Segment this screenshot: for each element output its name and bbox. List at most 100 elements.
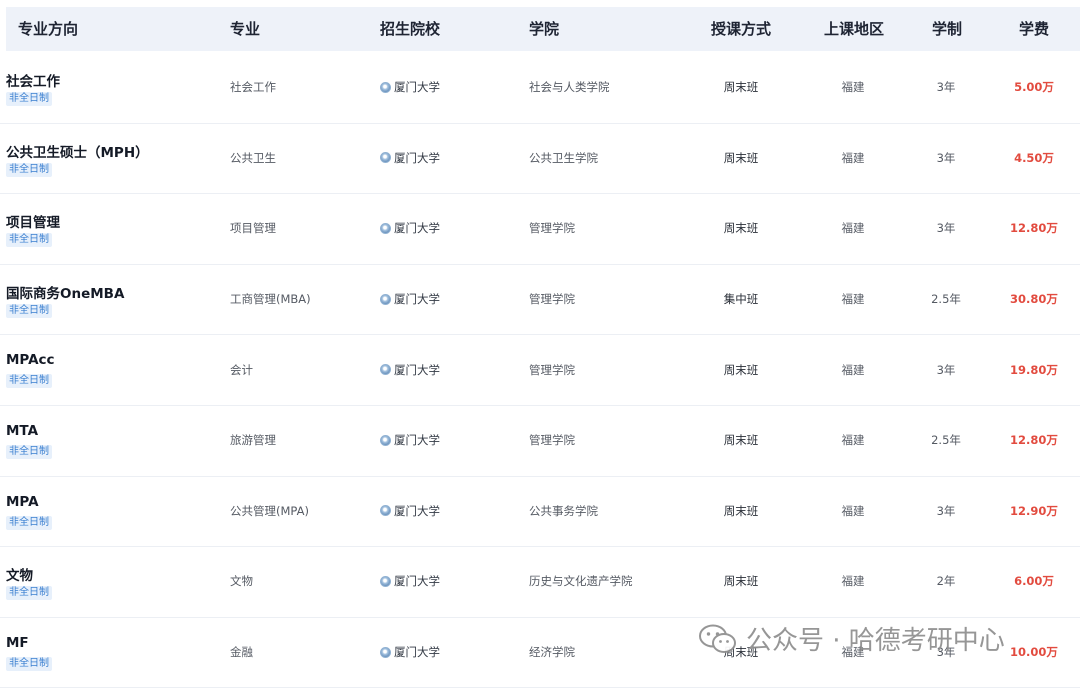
college-cell: 管理学院	[529, 292, 575, 307]
major-cell: 公共管理(MPA)	[230, 503, 309, 518]
school-cell[interactable]: 厦门大学	[380, 432, 440, 448]
table-header: 专业方向 专业 招生院校 学院 授课方式 上课地区 学制 学费	[6, 7, 1080, 51]
header-mode[interactable]: 授课方式	[711, 7, 771, 51]
college-cell: 公共卫生学院	[529, 150, 598, 165]
header-major-direction[interactable]: 专业方向	[18, 7, 78, 51]
school-cell[interactable]: 厦门大学	[380, 503, 440, 519]
program-name[interactable]: 文物	[6, 564, 33, 584]
watermark: 公众号 · 哈德考研中心	[698, 620, 1005, 657]
table-row[interactable]: 公共卫生硕士（MPH） 非全日制 公共卫生 厦门大学 公共卫生学院 周末班 福建 3年 4.50…	[0, 123, 1080, 195]
study-mode-badge: 非全日制	[6, 374, 52, 389]
mode-cell: 周末班	[723, 433, 759, 448]
school-name: 厦门大学	[394, 150, 440, 165]
school-cell[interactable]: 厦门大学	[380, 362, 440, 378]
duration-cell: 3年	[936, 80, 956, 95]
school-logo-icon	[380, 575, 391, 587]
study-mode-badge: 非全日制	[6, 303, 52, 318]
table-row[interactable]: MPAcc 非全日制 会计 厦门大学 管理学院 周末班 福建 3年 19.80万	[0, 334, 1080, 406]
school-name: 厦门大学	[394, 221, 440, 236]
duration-cell: 2.5年	[931, 292, 961, 307]
school-name: 厦门大学	[394, 574, 440, 589]
duration-cell: 2.5年	[931, 433, 961, 448]
fee-cell: 10.00万	[1010, 645, 1058, 660]
duration-cell: 3年	[936, 150, 956, 165]
table-row[interactable]: MTA 非全日制 旅游管理 厦门大学 管理学院 周末班 福建 2.5年 12.80万	[0, 405, 1080, 477]
study-mode-badge: 非全日制	[6, 162, 52, 177]
school-logo-icon	[380, 222, 391, 234]
wechat-icon	[698, 623, 738, 655]
header-major[interactable]: 专业	[230, 7, 260, 51]
header-fee[interactable]: 学费	[1019, 7, 1049, 51]
college-cell: 管理学院	[529, 362, 575, 377]
school-name: 厦门大学	[394, 433, 440, 448]
major-cell: 旅游管理	[230, 433, 276, 448]
school-logo-icon	[380, 152, 391, 164]
fee-cell: 12.80万	[1010, 433, 1058, 448]
school-cell[interactable]: 厦门大学	[380, 79, 440, 95]
fee-cell: 19.80万	[1010, 362, 1058, 377]
mode-cell: 周末班	[723, 221, 759, 236]
college-cell: 公共事务学院	[529, 503, 598, 518]
fee-cell: 12.80万	[1010, 221, 1058, 236]
table-row[interactable]: 国际商务OneMBA 非全日制 工商管理(MBA) 厦门大学 管理学院 集中班 福建 2.5年…	[0, 264, 1080, 336]
table-row[interactable]: 社会工作 非全日制 社会工作 厦门大学 社会与人类学院 周末班 福建 3年 5.00万	[0, 52, 1080, 124]
fee-cell: 5.00万	[1014, 80, 1054, 95]
school-cell[interactable]: 厦门大学	[380, 644, 440, 660]
header-duration[interactable]: 学制	[932, 7, 962, 51]
program-name[interactable]: 项目管理	[6, 211, 60, 231]
mode-cell: 周末班	[723, 503, 759, 518]
school-cell[interactable]: 厦门大学	[380, 220, 440, 236]
program-name[interactable]: 国际商务OneMBA	[6, 282, 124, 302]
college-cell: 历史与文化遗产学院	[529, 574, 633, 589]
school-name: 厦门大学	[394, 362, 440, 377]
school-logo-icon	[380, 505, 391, 517]
program-name[interactable]: MTA	[6, 423, 38, 439]
duration-cell: 3年	[936, 503, 956, 518]
program-name[interactable]: 社会工作	[6, 70, 60, 90]
table-row[interactable]: 项目管理 非全日制 项目管理 厦门大学 管理学院 周末班 福建 3年 12.80万	[0, 193, 1080, 265]
header-school[interactable]: 招生院校	[380, 7, 440, 51]
major-cell: 公共卫生	[230, 150, 276, 165]
school-cell[interactable]: 厦门大学	[380, 150, 440, 166]
header-college[interactable]: 学院	[529, 7, 559, 51]
major-cell: 会计	[230, 362, 253, 377]
program-name[interactable]: MPA	[6, 494, 39, 510]
college-cell: 管理学院	[529, 221, 575, 236]
header-region[interactable]: 上课地区	[824, 7, 884, 51]
table-row[interactable]: 文物 非全日制 文物 厦门大学 历史与文化遗产学院 周末班 福建 2年 6.00万	[0, 546, 1080, 618]
region-cell: 福建	[841, 362, 865, 377]
study-mode-badge: 非全日制	[6, 445, 52, 459]
study-mode-badge: 非全日制	[6, 233, 52, 248]
school-name: 厦门大学	[394, 292, 440, 307]
school-name: 厦门大学	[394, 80, 440, 95]
major-cell: 工商管理(MBA)	[230, 292, 311, 307]
school-cell[interactable]: 厦门大学	[380, 291, 440, 307]
duration-cell: 2年	[936, 574, 956, 589]
school-name: 厦门大学	[394, 503, 440, 518]
fee-cell: 6.00万	[1014, 574, 1054, 589]
fee-cell: 4.50万	[1014, 150, 1054, 165]
college-cell: 经济学院	[529, 645, 575, 660]
region-cell: 福建	[841, 221, 865, 236]
region-cell: 福建	[841, 503, 865, 518]
school-logo-icon	[380, 364, 391, 376]
region-cell: 福建	[841, 292, 865, 307]
fee-cell: 12.90万	[1010, 503, 1058, 518]
program-name[interactable]: MPAcc	[6, 352, 55, 368]
program-name[interactable]: MF	[6, 635, 29, 651]
region-cell: 福建	[841, 433, 865, 448]
table-row[interactable]: MPA 非全日制 公共管理(MPA) 厦门大学 公共事务学院 周末班 福建 3年 12.90万	[0, 476, 1080, 548]
school-logo-icon	[380, 646, 391, 658]
college-cell: 社会与人类学院	[529, 80, 610, 95]
mode-cell: 周末班	[723, 150, 759, 165]
school-cell[interactable]: 厦门大学	[380, 573, 440, 589]
program-name[interactable]: 公共卫生硕士（MPH）	[6, 141, 149, 161]
major-cell: 社会工作	[230, 80, 276, 95]
watermark-text: 公众号 · 哈德考研中心	[746, 626, 1005, 656]
school-logo-icon	[380, 293, 391, 305]
school-logo-icon	[380, 434, 391, 446]
college-cell: 管理学院	[529, 433, 575, 448]
fee-cell: 30.80万	[1010, 292, 1058, 307]
major-cell: 文物	[230, 574, 253, 589]
major-cell: 项目管理	[230, 221, 276, 236]
